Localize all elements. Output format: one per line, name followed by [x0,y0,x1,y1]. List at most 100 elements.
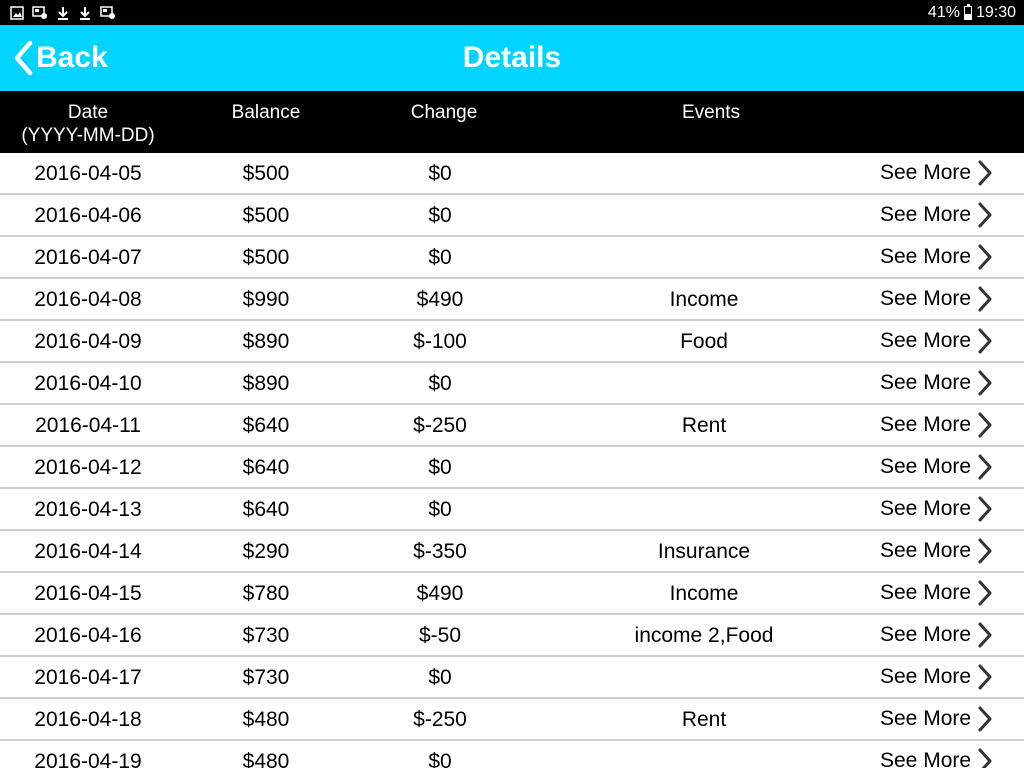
download-icon [58,6,68,20]
see-more-button[interactable]: See More [866,699,1016,739]
row-change: $490 [416,288,464,311]
table-row[interactable]: 2016-04-05 $500 $0 See More [0,153,1024,195]
see-more-label: See More [880,665,972,688]
chevron-right-icon [978,412,992,438]
see-more-button[interactable]: See More [866,279,1016,319]
table-row[interactable]: 2016-04-13 $640 $0 See More [0,489,1024,531]
see-more-label: See More [880,329,972,352]
back-label: Back [36,41,108,74]
row-events: Insurance [657,540,751,563]
row-date: 2016-04-09 [34,330,142,353]
row-balance: $500 [242,204,290,227]
see-more-label: See More [880,623,972,646]
row-change: $0 [428,372,452,395]
see-more-button[interactable]: See More [866,741,1016,768]
row-balance: $500 [242,246,290,269]
see-more-button[interactable]: See More [866,363,1016,403]
row-events: Rent [681,414,727,437]
row-events [532,363,876,403]
row-change: $0 [428,456,452,479]
table-row[interactable]: 2016-04-16 $730 $-50 income 2,Food See More [0,615,1024,657]
chevron-right-icon [978,454,992,480]
see-more-button[interactable]: See More [866,405,1016,445]
see-more-label: See More [880,455,972,478]
page-title: Details [462,41,562,74]
see-more-label: See More [880,161,972,184]
table-row[interactable]: 2016-04-14 $290 $-350 Insurance See More [0,531,1024,573]
row-balance: $500 [242,162,290,185]
row-events [532,447,876,487]
row-balance: $780 [242,582,290,605]
see-more-button[interactable]: See More [866,615,1016,655]
see-more-button[interactable]: See More [866,447,1016,487]
row-date: 2016-04-14 [34,540,142,563]
row-balance: $290 [242,540,290,563]
row-change: $0 [428,750,452,768]
see-more-label: See More [880,371,972,394]
screenshot-icon [32,5,47,19]
see-more-label: See More [880,539,972,562]
row-events [532,489,876,529]
battery-icon [963,3,972,20]
row-change: $-250 [413,414,467,437]
table-header: Date (YYYY-MM-DD) Balance Change Events [0,91,1024,153]
table-row[interactable]: 2016-04-17 $730 $0 See More [0,657,1024,699]
see-more-button[interactable]: See More [866,531,1016,571]
see-more-label: See More [880,245,972,268]
table-row[interactable]: 2016-04-18 $480 $-250 Rent See More [0,699,1024,741]
image-icon [10,5,24,20]
row-balance: $640 [242,498,290,521]
see-more-button[interactable]: See More [866,321,1016,361]
row-date: 2016-04-10 [34,372,142,395]
download-icon [80,6,90,20]
column-header-date: Date (YYYY-MM-DD) [0,101,176,147]
row-date: 2016-04-16 [34,624,142,647]
row-balance: $730 [242,666,290,689]
table-row[interactable]: 2016-04-08 $990 $490 Income See More [0,279,1024,321]
chevron-left-icon [14,40,33,76]
back-button[interactable]: Back [12,25,108,91]
see-more-button[interactable]: See More [866,237,1016,277]
table-row[interactable]: 2016-04-12 $640 $0 See More [0,447,1024,489]
row-change: $-250 [413,708,467,731]
status-bar: 41% 19:30 [0,0,1024,25]
details-list: 2016-04-05 $500 $0 See More 2016-04-06 $500 $0… [0,153,1024,768]
row-events [532,741,876,768]
row-events: income 2,Food [634,624,774,647]
table-row[interactable]: 2016-04-09 $890 $-100 Food See More [0,321,1024,363]
table-row[interactable]: 2016-04-15 $780 $490 Income See More [0,573,1024,615]
column-header-date-format: (YYYY-MM-DD) [21,125,155,146]
column-header-balance: Balance [231,102,301,123]
see-more-button[interactable]: See More [866,657,1016,697]
table-row[interactable]: 2016-04-10 $890 $0 See More [0,363,1024,405]
see-more-button[interactable]: See More [866,153,1016,193]
column-header-events: Events [681,102,741,123]
table-row[interactable]: 2016-04-06 $500 $0 See More [0,195,1024,237]
battery-percent: 41% [927,3,960,21]
row-events [532,195,876,235]
see-more-button[interactable]: See More [866,195,1016,235]
row-change: $0 [428,246,452,269]
table-row[interactable]: 2016-04-19 $480 $0 See More [0,741,1024,768]
row-change: $-50 [418,624,462,647]
see-more-button[interactable]: See More [866,573,1016,613]
row-date: 2016-04-08 [34,288,142,311]
row-date: 2016-04-19 [34,750,142,768]
app-bar: Back Details [0,25,1024,91]
row-events [532,237,876,277]
row-balance: $480 [242,750,290,768]
see-more-label: See More [880,581,972,604]
see-more-button[interactable]: See More [866,489,1016,529]
row-balance: $890 [242,372,290,395]
row-change: $0 [428,498,452,521]
row-change: $-350 [413,540,467,563]
row-change: $0 [428,162,452,185]
chevron-right-icon [978,664,992,690]
see-more-label: See More [880,203,972,226]
row-date: 2016-04-11 [35,414,141,437]
row-change: $490 [416,582,464,605]
see-more-label: See More [880,287,972,310]
table-row[interactable]: 2016-04-07 $500 $0 See More [0,237,1024,279]
table-row[interactable]: 2016-04-11 $640 $-250 Rent See More [0,405,1024,447]
row-date: 2016-04-06 [34,204,142,227]
